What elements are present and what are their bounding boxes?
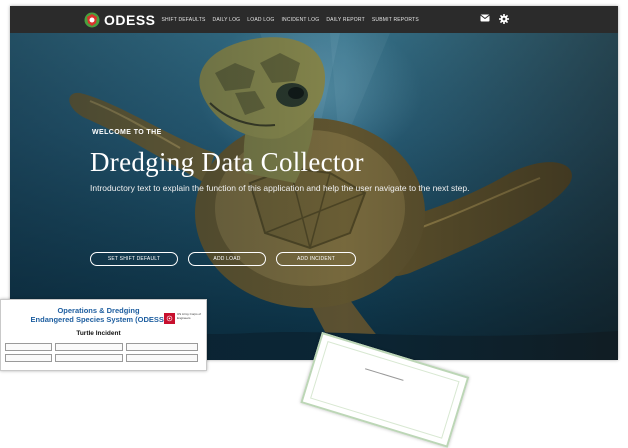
nav-shift-defaults[interactable]: Shift Defaults bbox=[162, 17, 206, 23]
page-title: Dredging Data Collector bbox=[90, 147, 364, 177]
form-field bbox=[126, 354, 198, 362]
nav-icon-group bbox=[480, 14, 518, 24]
main-nav: Shift Defaults Daily Log Load Log Incide… bbox=[162, 17, 426, 23]
intro-text: Introductory text to explain the functio… bbox=[90, 183, 470, 193]
usace-logo-icon: ☉ bbox=[164, 313, 175, 324]
nav-incident-log[interactable]: Incident Log bbox=[281, 17, 319, 23]
form-field bbox=[55, 354, 123, 362]
nav-daily-log[interactable]: Daily Log bbox=[213, 17, 241, 23]
top-navbar: ODESS Shift Defaults Daily Log Load Log … bbox=[10, 6, 618, 33]
nav-load-log[interactable]: Load Log bbox=[247, 17, 274, 23]
mail-icon[interactable] bbox=[480, 14, 490, 22]
turtle-incident-form: Operations & Dredging Endangered Species… bbox=[0, 299, 207, 371]
nav-daily-report[interactable]: Daily Report bbox=[326, 17, 365, 23]
nav-submit-reports[interactable]: Submit Reports bbox=[372, 17, 419, 23]
form-field bbox=[5, 354, 52, 362]
form-subtitle: Turtle Incident bbox=[76, 330, 121, 337]
welcome-label: WELCOME TO THE bbox=[92, 129, 162, 136]
app-logo-text[interactable]: ODESS bbox=[104, 12, 156, 28]
agency-name: US Army Corps of Engineers bbox=[177, 312, 202, 320]
gear-icon[interactable] bbox=[499, 14, 509, 24]
add-load-button[interactable]: Add Load bbox=[188, 252, 266, 266]
form-field bbox=[5, 343, 52, 351]
hero-button-group: Set Shift Default Add Load Add Incident bbox=[90, 252, 366, 266]
add-incident-button[interactable]: Add Incident bbox=[276, 252, 356, 266]
set-shift-default-button[interactable]: Set Shift Default bbox=[90, 252, 178, 266]
form-field bbox=[55, 343, 123, 351]
odess-logo-icon[interactable] bbox=[84, 12, 100, 28]
form-field bbox=[126, 343, 198, 351]
